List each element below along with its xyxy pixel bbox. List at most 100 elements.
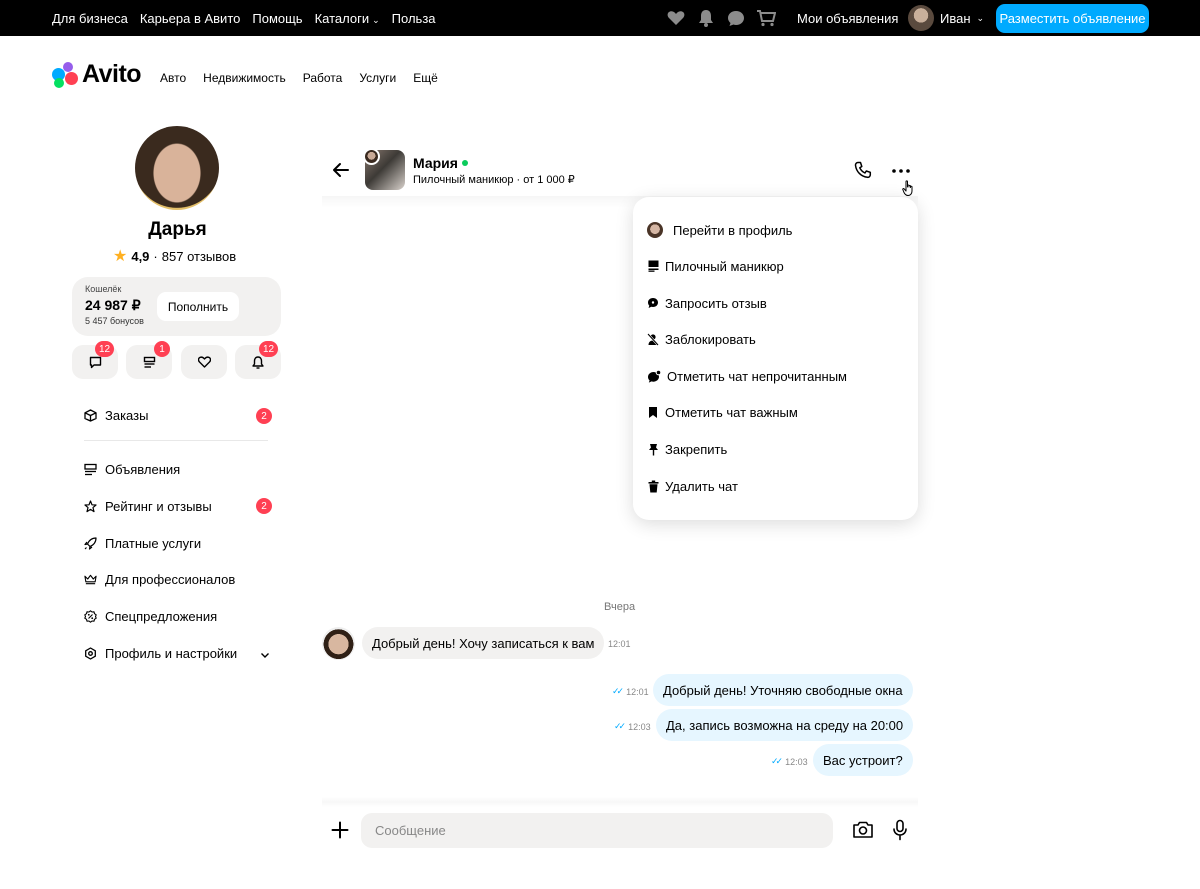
menu-profile-settings[interactable]: Профиль и настройки — [84, 643, 237, 663]
settings-icon — [84, 646, 97, 660]
menu-special-offers-label: Спецпредложения — [105, 608, 218, 624]
contact-name-row[interactable]: Мария — [413, 155, 468, 171]
menu-paid-services[interactable]: Платные услуги — [84, 533, 201, 553]
message-bubble-outgoing: Вас устроит? — [813, 744, 913, 776]
day-separator: Вчера — [604, 601, 636, 613]
category-realty[interactable]: Недвижимость — [203, 71, 286, 85]
logo-text: Avito — [82, 60, 142, 88]
dropdown-mark-unread-label: Отметить чат непрочитанным — [667, 368, 847, 384]
profile-name: Дарья — [148, 219, 207, 240]
rocket-icon — [84, 536, 97, 550]
dropdown-pin[interactable]: Закрепить — [647, 439, 727, 459]
profile-rating[interactable]: ★ 4,9 · 857 отзывов — [113, 246, 236, 266]
menu-orders[interactable]: Заказы — [84, 405, 148, 425]
dropdown-pin-label: Закрепить — [665, 441, 728, 457]
hand-cursor-icon — [902, 180, 916, 197]
avito-logo[interactable]: Avito — [52, 60, 142, 89]
message-bubble-incoming: Добрый день! Хочу записаться к вам — [362, 627, 605, 659]
menu-divider — [84, 440, 268, 441]
menu-orders-label: Заказы — [105, 407, 149, 423]
camera-icon[interactable] — [852, 820, 874, 840]
menu-listings[interactable]: Объявления — [84, 459, 180, 479]
orders-badge: 2 — [256, 408, 272, 424]
user-menu[interactable]: Иван ⌄ — [908, 5, 984, 31]
category-more[interactable]: Ещё — [413, 71, 438, 85]
dropdown-go-to-profile[interactable]: Перейти в профиль — [647, 220, 792, 240]
message-status: ✓✓ 12:03 — [614, 721, 651, 732]
topup-button[interactable]: Пополнить — [157, 292, 239, 321]
link-business[interactable]: Для бизнеса — [52, 11, 128, 26]
category-jobs[interactable]: Работа — [303, 71, 343, 85]
unread-icon — [647, 369, 661, 383]
back-arrow-icon[interactable] — [331, 160, 351, 180]
link-help[interactable]: Помощь — [252, 11, 302, 26]
listing-thumbnail[interactable] — [363, 148, 405, 190]
message-status: ✓✓ 12:03 — [771, 756, 808, 767]
pin-icon — [647, 442, 659, 456]
favorites-icon — [197, 356, 211, 368]
contact-avatar — [363, 148, 380, 165]
quick-notifications-button[interactable]: 12 — [235, 341, 281, 379]
chevron-down-icon[interactable] — [259, 648, 271, 660]
attach-plus-icon[interactable] — [331, 821, 349, 839]
dropdown-request-review[interactable]: Запросить отзыв — [647, 293, 767, 313]
dropdown-delete-chat[interactable]: Удалить чат — [647, 476, 738, 496]
menu-ratings[interactable]: Рейтинг и отзывы — [84, 496, 212, 516]
menu-special-offers[interactable]: Спецпредложения — [84, 606, 217, 626]
menu-ratings-label: Рейтинг и отзывы — [105, 498, 212, 514]
link-benefit[interactable]: Польза — [392, 11, 436, 26]
dropdown-mark-important[interactable]: Отметить чат важным — [647, 402, 798, 422]
phone-icon[interactable] — [854, 161, 872, 179]
listings-badge: 1 — [154, 341, 170, 357]
quick-listings-button[interactable]: 1 — [126, 341, 172, 379]
avatar — [908, 5, 934, 31]
reviews-count: 857 отзывов — [161, 248, 237, 264]
message-time: 12:01 — [608, 639, 631, 649]
bell-icon[interactable] — [696, 8, 716, 28]
avatar-icon — [647, 222, 663, 238]
online-indicator — [461, 160, 468, 166]
read-ticks-icon: ✓✓ — [612, 686, 624, 696]
microphone-icon[interactable] — [892, 819, 908, 841]
chat-icon[interactable] — [726, 8, 746, 28]
chat-options-dropdown: Перейти в профиль Пилочный маникюр Запро… — [633, 197, 918, 520]
message-status: ✓✓ 12:01 — [612, 686, 649, 697]
dropdown-mark-unread[interactable]: Отметить чат непрочитанным — [647, 366, 847, 386]
cart-icon[interactable] — [756, 8, 776, 28]
listing-icon — [647, 259, 659, 273]
link-catalogs-label: Каталоги — [314, 10, 370, 26]
dropdown-listing-label: Пилочный маникюр — [665, 258, 784, 274]
wallet-label: Кошелёк — [85, 284, 122, 294]
listing-subtitle[interactable]: Пилочный маникюр · от 1 000 ₽ — [413, 173, 575, 186]
post-ad-button[interactable]: Разместить объявление — [996, 4, 1149, 33]
contact-name: Мария — [413, 155, 458, 171]
crown-icon — [84, 573, 97, 586]
dropdown-block[interactable]: Заблокировать — [647, 329, 756, 349]
message-bubble-outgoing: Да, запись возможна на среду на 20:00 — [656, 709, 914, 741]
menu-professionals[interactable]: Для профессионалов — [84, 569, 235, 589]
star-icon — [84, 499, 97, 513]
profile-avatar[interactable] — [135, 126, 219, 210]
category-auto[interactable]: Авто — [160, 71, 186, 85]
dropdown-listing[interactable]: Пилочный маникюр — [647, 256, 784, 276]
sender-avatar[interactable] — [322, 627, 355, 660]
heart-icon[interactable] — [666, 8, 686, 28]
trash-icon — [647, 479, 659, 493]
notifications-icon — [252, 355, 264, 369]
link-catalogs[interactable]: Каталоги ⌄ — [315, 11, 380, 26]
read-ticks-icon: ✓✓ — [771, 756, 783, 766]
wallet-amount: 24 987 ₽ — [85, 297, 141, 313]
dropdown-mark-important-label: Отметить чат важным — [665, 404, 798, 420]
link-career[interactable]: Карьера в Авито — [140, 11, 241, 26]
top-icons — [666, 8, 776, 28]
quick-messages-button[interactable]: 12 — [72, 341, 118, 379]
listings-icon — [84, 463, 97, 476]
quick-favorites-button[interactable] — [181, 345, 227, 379]
message-input[interactable] — [361, 813, 833, 848]
my-ads-link[interactable]: Мои объявления — [797, 11, 898, 26]
menu-professionals-label: Для профессионалов — [105, 571, 236, 587]
input-divider — [322, 797, 918, 807]
category-services[interactable]: Услуги — [359, 71, 396, 85]
message-time: 12:03 — [785, 756, 808, 767]
more-options-icon[interactable] — [891, 164, 911, 176]
